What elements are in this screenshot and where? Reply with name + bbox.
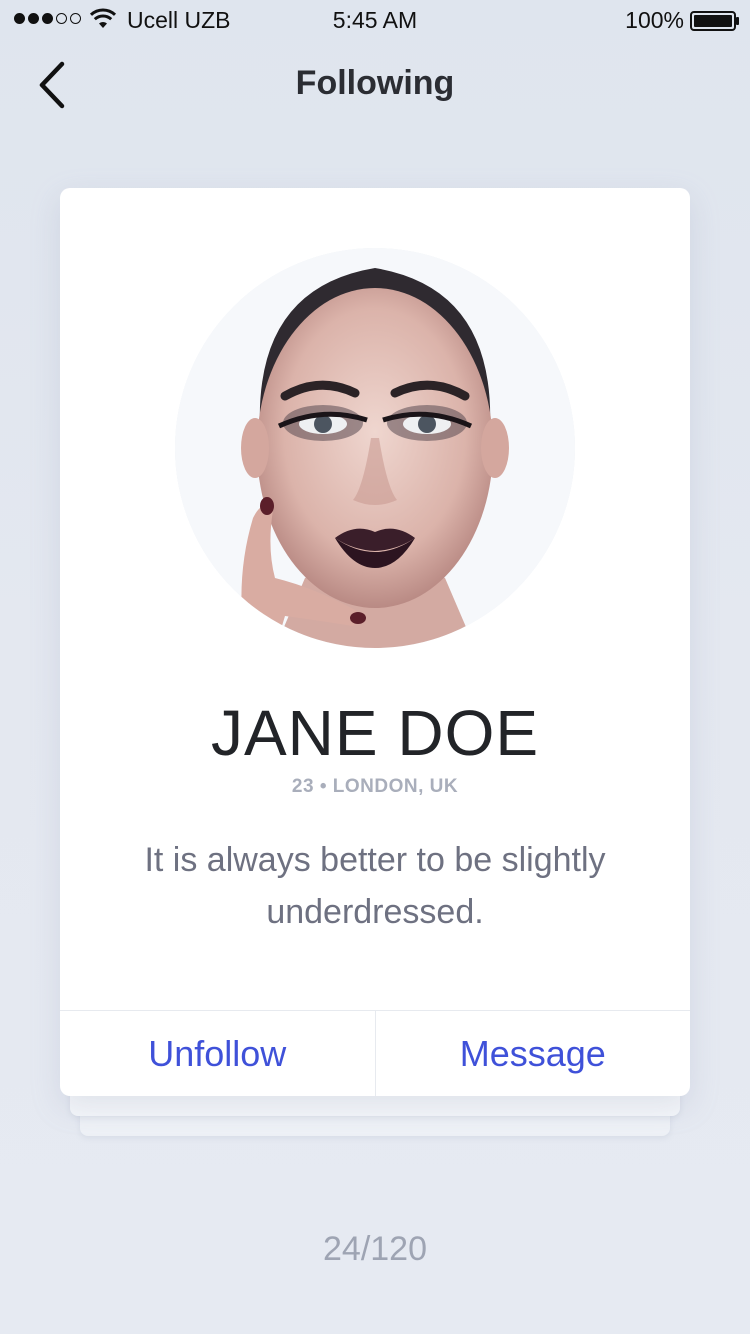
status-bar: Ucell UZB 5:45 AM 100% — [0, 0, 750, 40]
profile-quote: It is always better to be slightly under… — [144, 841, 606, 931]
pagination-counter: 24/120 — [323, 1230, 427, 1268]
profile-name: JANE DOE — [210, 697, 540, 769]
card-actions: Unfollow Message — [60, 1010, 690, 1096]
profile-meta: 23 • LONDON, UK — [291, 776, 459, 797]
message-button[interactable]: Message — [374, 1011, 691, 1096]
battery-percentage: 100% — [625, 7, 684, 33]
page-title: Following — [295, 64, 455, 102]
avatar-portrait — [175, 248, 575, 648]
profile-card[interactable]: JANE DOE 23 • LONDON, UK It is always be… — [60, 188, 690, 1096]
battery-icon — [690, 11, 739, 31]
avatar — [175, 248, 575, 648]
unfollow-button[interactable]: Unfollow — [60, 1011, 375, 1096]
